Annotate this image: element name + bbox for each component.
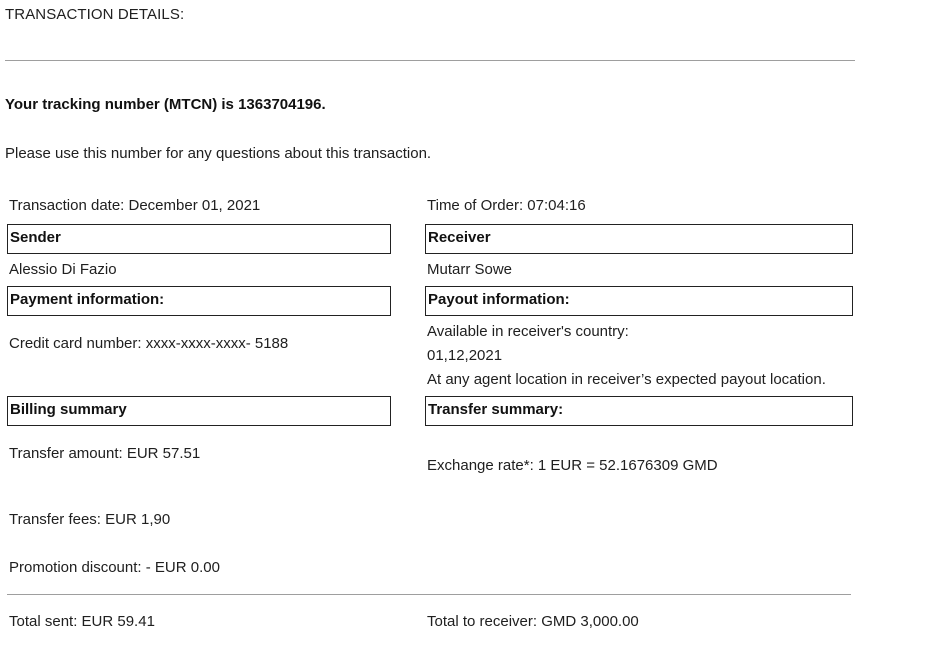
billing-summary-heading: Billing summary: [7, 396, 391, 426]
sender-name: Alessio Di Fazio: [9, 261, 117, 278]
total-to-receiver: Total to receiver: GMD 3,000.00: [427, 613, 639, 630]
transfer-summary-heading: Transfer summary:: [425, 396, 853, 426]
receiver-heading: Receiver: [425, 224, 853, 254]
payout-availability: Available in receiver's country:: [427, 323, 629, 340]
totals-divider: [7, 594, 851, 595]
total-sent: Total sent: EUR 59.41: [9, 613, 155, 630]
top-divider: [5, 60, 855, 61]
sender-heading: Sender: [7, 224, 391, 254]
credit-card-number: Credit card number: xxxx-xxxx-xxxx- 5188: [9, 335, 289, 352]
tracking-number-message: Your tracking number (MTCN) is 136370419…: [5, 96, 326, 113]
tracking-note: Please use this number for any questions…: [5, 145, 432, 162]
transfer-fees: Transfer fees: EUR 1,90: [9, 511, 171, 528]
transaction-date: Transaction date: December 01, 2021: [9, 197, 261, 214]
transfer-amount: Transfer amount: EUR 57.51: [9, 445, 201, 462]
exchange-rate: Exchange rate*: 1 EUR = 52.1676309 GMD: [427, 457, 718, 474]
time-of-order: Time of Order: 07:04:16: [427, 197, 586, 214]
payout-date: 01,12,2021: [427, 347, 503, 364]
payout-information-heading: Payout information:: [425, 286, 853, 316]
promotion-discount: Promotion discount: - EUR 0.00: [9, 559, 220, 576]
payout-location: At any agent location in receiver’s expe…: [427, 371, 826, 388]
page-title: TRANSACTION DETAILS:: [5, 6, 185, 23]
receiver-name: Mutarr Sowe: [427, 261, 513, 278]
payment-information-heading: Payment information:: [7, 286, 391, 316]
